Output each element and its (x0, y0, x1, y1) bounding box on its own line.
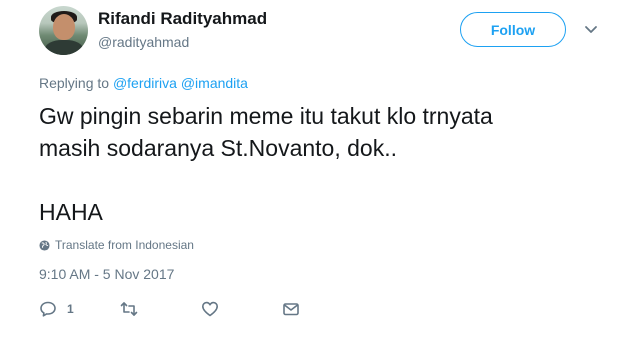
replying-to: Replying to @ferdiriva @imandita (39, 75, 248, 91)
mention-link[interactable]: @imandita (181, 75, 248, 91)
follow-button[interactable]: Follow (460, 12, 566, 47)
replying-prefix: Replying to (39, 75, 110, 91)
tweet-line: Gw pingin sebarin meme itu takut klo trn… (39, 103, 493, 129)
reply-action[interactable]: 1 (39, 300, 74, 318)
reply-count: 1 (67, 302, 74, 316)
avatar[interactable] (39, 6, 88, 55)
heart-icon[interactable] (201, 300, 219, 318)
like-action[interactable] (201, 300, 219, 318)
tweet-timestamp[interactable]: 9:10 AM - 5 Nov 2017 (39, 266, 174, 282)
chevron-down-icon[interactable] (583, 22, 599, 38)
reply-icon[interactable] (39, 300, 57, 318)
translate-link[interactable]: Translate from Indonesian (39, 238, 194, 252)
user-handle[interactable]: @radityahmad (98, 34, 189, 50)
user-name[interactable]: Rifandi Radityahmad (98, 9, 267, 29)
mention-link[interactable]: @ferdiriva (113, 75, 177, 91)
envelope-icon[interactable] (282, 300, 300, 318)
retweet-action[interactable] (120, 300, 138, 318)
avatar-face (53, 14, 75, 40)
tweet-line: HAHA (39, 199, 103, 225)
retweet-icon[interactable] (120, 300, 138, 318)
globe-icon (39, 239, 50, 251)
tweet-line: masih sodaranya St.Novanto, dok.. (39, 135, 397, 161)
direct-message-action[interactable] (282, 300, 300, 318)
avatar-shirt (45, 40, 83, 55)
translate-label[interactable]: Translate from Indonesian (55, 238, 194, 252)
tweet-text: Gw pingin sebarin meme itu takut klo trn… (39, 100, 619, 228)
